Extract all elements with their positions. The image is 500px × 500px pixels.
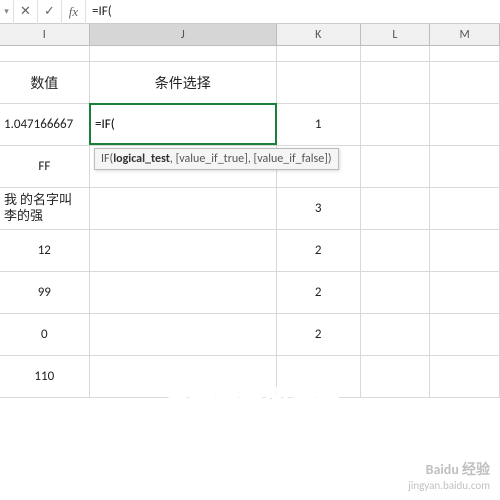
column-header-k[interactable]: K: [277, 24, 361, 45]
cell-i[interactable]: 1.047166667: [0, 104, 90, 145]
cell[interactable]: [361, 104, 431, 145]
cell-i[interactable]: 99: [0, 272, 90, 313]
column-header-l[interactable]: L: [361, 24, 431, 45]
table-row: 12 2: [0, 230, 500, 272]
cell-k[interactable]: 2: [277, 230, 361, 271]
cell[interactable]: [361, 146, 431, 187]
cell[interactable]: [277, 62, 361, 103]
table-row: 99 2: [0, 272, 500, 314]
cell-k[interactable]: 2: [277, 272, 361, 313]
cell[interactable]: [430, 62, 500, 103]
cell[interactable]: [361, 62, 431, 103]
cell-i[interactable]: FF: [0, 146, 90, 187]
table-row: 02: [0, 314, 500, 356]
table-row: [0, 46, 500, 62]
formula-input[interactable]: =IF(: [86, 4, 500, 19]
cell[interactable]: [361, 272, 431, 313]
spreadsheet-grid[interactable]: 数值条件选择1.0471666671FF我 的名字叫李的强31229920211…: [0, 46, 500, 398]
caption-overlay: 补全函数和括号: [163, 380, 338, 415]
column-header-i[interactable]: I: [0, 24, 90, 45]
table-row: 我 的名字叫李的强 3: [0, 188, 500, 230]
watermark: Baidu 经验 jingyan.baidu.com: [408, 462, 490, 492]
cell[interactable]: [90, 46, 277, 61]
cell-j[interactable]: [90, 272, 277, 313]
cell[interactable]: [430, 104, 500, 145]
cell[interactable]: [430, 146, 500, 187]
cell-j[interactable]: [90, 188, 277, 229]
cell-k[interactable]: 1: [277, 104, 361, 145]
header-cell-j[interactable]: 条件选择: [90, 62, 277, 103]
cell[interactable]: [430, 314, 500, 355]
cell-i[interactable]: 0: [0, 314, 90, 355]
cell[interactable]: [277, 46, 361, 61]
cell[interactable]: [361, 230, 431, 271]
active-cell-text: =IF(: [95, 117, 115, 132]
cell-i[interactable]: 12: [0, 230, 90, 271]
header-cell-i[interactable]: 数值: [0, 62, 90, 103]
column-header-j[interactable]: J: [90, 24, 277, 45]
cell[interactable]: [430, 188, 500, 229]
cell[interactable]: [361, 188, 431, 229]
cell-j[interactable]: [90, 314, 277, 355]
cancel-button[interactable]: ✕: [14, 0, 38, 24]
cell[interactable]: [361, 314, 431, 355]
cell[interactable]: [361, 46, 431, 61]
column-headers: IJKLM: [0, 24, 500, 46]
cell[interactable]: [430, 356, 500, 397]
cell-j[interactable]: [90, 230, 277, 271]
cell-k[interactable]: 2: [277, 314, 361, 355]
formula-bar: ▾ ✕ ✓ fx =IF(: [0, 0, 500, 24]
cell[interactable]: [430, 230, 500, 271]
cell-k[interactable]: 3: [277, 188, 361, 229]
cell-i[interactable]: 我 的名字叫李的强: [0, 188, 90, 229]
cell-i[interactable]: 110: [0, 356, 90, 397]
confirm-button[interactable]: ✓: [38, 0, 62, 24]
cell[interactable]: [430, 46, 500, 61]
fx-icon[interactable]: fx: [62, 0, 86, 24]
column-header-m[interactable]: M: [430, 24, 500, 45]
cell[interactable]: [0, 46, 90, 61]
table-row: 数值条件选择: [0, 62, 500, 104]
cell[interactable]: [430, 272, 500, 313]
name-box-dropdown-icon[interactable]: ▾: [0, 0, 14, 24]
active-cell[interactable]: =IF(: [89, 103, 277, 145]
function-tooltip: IF(logical_test, [value_if_true], [value…: [94, 148, 339, 170]
cell[interactable]: [361, 356, 431, 397]
